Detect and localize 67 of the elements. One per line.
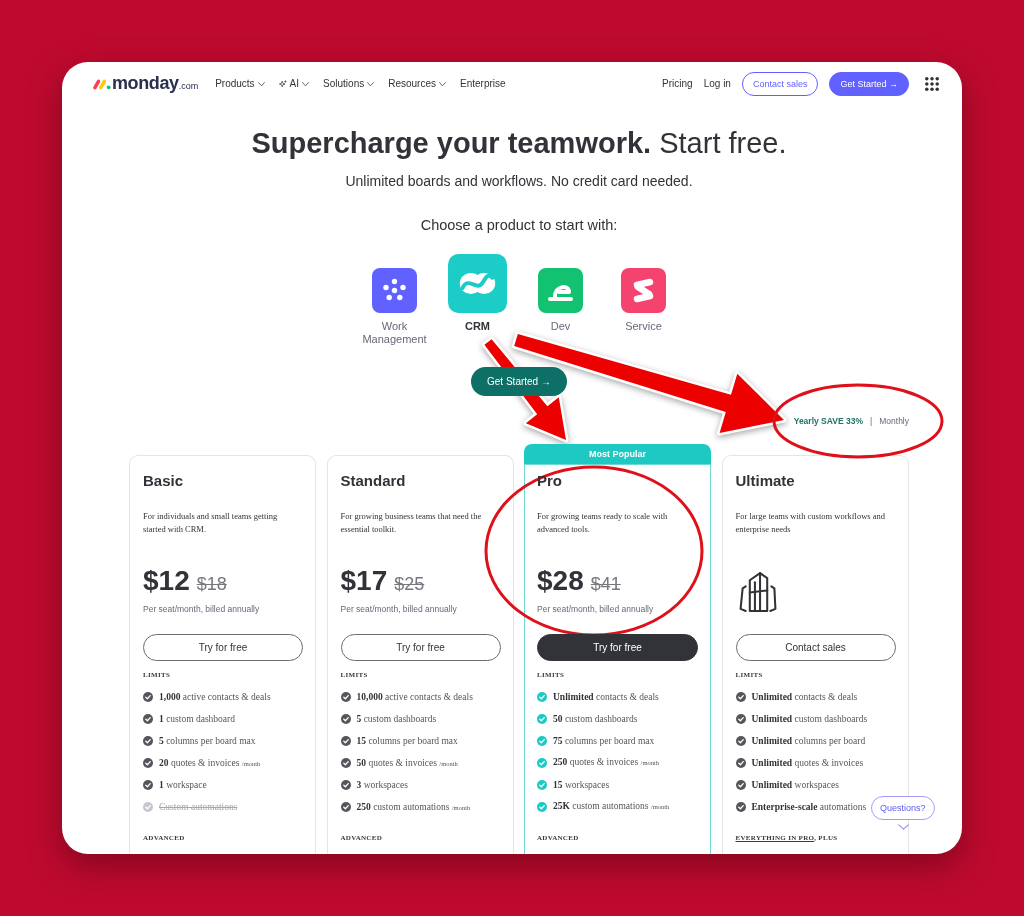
plan-button[interactable]: Try for free bbox=[340, 634, 501, 661]
feature-text: Unlimited workspaces bbox=[751, 779, 839, 791]
price-note: Per seat/month, billed annually bbox=[537, 602, 654, 615]
page-subtitle: Unlimited boards and workflows. No credit card needed. bbox=[345, 172, 693, 190]
feature-text: 15 workspaces bbox=[553, 778, 610, 791]
feature-text: 10,000 active contacts & deals bbox=[356, 691, 473, 703]
old-price-text: $18 bbox=[196, 573, 227, 595]
feature-text: 3 workspaces bbox=[356, 779, 408, 791]
plan-description: For growing teams ready to scale with advanced tools. bbox=[537, 509, 669, 536]
nav-menu-item[interactable]: Enterprise bbox=[460, 77, 506, 91]
price-text: $12 bbox=[143, 565, 190, 597]
feature-text: 5 columns per board max bbox=[159, 735, 256, 747]
nav-menu-item[interactable]: Solutions bbox=[323, 77, 375, 91]
questions-button[interactable]: Questions? bbox=[871, 796, 935, 820]
price-note: Per seat/month, billed annually bbox=[340, 603, 457, 615]
plan-name: Basic bbox=[143, 471, 184, 491]
feature-text: 5 custom dashboards bbox=[356, 713, 437, 725]
billing-option[interactable]: Monthly bbox=[879, 414, 909, 428]
feature-text: 1 custom dashboard bbox=[159, 713, 235, 725]
page-heading: Supercharge your teamwork. Start free. bbox=[251, 126, 787, 161]
plan-button[interactable]: Try for free bbox=[537, 633, 698, 661]
feature-text: 50 custom dashboards bbox=[553, 712, 638, 725]
old-price-text: $41 bbox=[590, 572, 621, 595]
chevron-down-icon bbox=[898, 824, 909, 830]
feature-text: Unlimited custom dashboards bbox=[751, 713, 868, 725]
price-text: $28 bbox=[537, 564, 584, 597]
plan-description: For growing business teams that need the essential toolkit. bbox=[340, 510, 483, 536]
plan-name: Standard bbox=[340, 471, 406, 491]
feature-text: Unlimited columns per board bbox=[751, 735, 866, 747]
feature-text: Unlimited contacts & deals bbox=[751, 691, 858, 703]
get-started-button[interactable]: Get Started → bbox=[829, 72, 909, 96]
toggle-separator: | bbox=[870, 415, 873, 428]
plan-description: For individuals and small teams getting started with CRM. bbox=[143, 510, 279, 536]
sparkle-icon bbox=[278, 80, 287, 88]
product-option[interactable]: Work Management bbox=[356, 254, 433, 346]
feature-text: 1 workspace bbox=[159, 779, 207, 791]
feature-text: 75 columns per board max bbox=[553, 734, 655, 747]
product-option[interactable]: Dev bbox=[522, 254, 599, 333]
plan-description: For large teams with custom workflows and enterprise needs bbox=[735, 510, 886, 536]
nav-menu-item[interactable]: Resources bbox=[388, 77, 446, 91]
feature-text: 1,000 active contacts & deals bbox=[159, 691, 271, 703]
product-option[interactable]: CRM bbox=[439, 254, 516, 333]
feature-text: 15 columns per board max bbox=[356, 735, 458, 747]
grid-menu-icon[interactable] bbox=[925, 77, 939, 91]
product-option[interactable]: Service bbox=[605, 254, 682, 333]
old-price-text: $25 bbox=[394, 573, 425, 595]
nav-link[interactable]: Pricing bbox=[662, 77, 693, 91]
billing-option[interactable]: Yearly SAVE 33% bbox=[793, 414, 863, 428]
plan-name: Ultimate bbox=[735, 471, 795, 491]
feature-text: Custom automations bbox=[159, 801, 238, 813]
price-text: $17 bbox=[340, 565, 388, 597]
product-prompt: Choose a product to start with: bbox=[420, 216, 618, 235]
logo-text[interactable]: monday.com bbox=[112, 71, 199, 97]
popular-banner: Most Popular bbox=[524, 444, 711, 464]
nav-link[interactable]: Log in bbox=[703, 77, 731, 91]
feature-text: Unlimited contacts & deals bbox=[553, 690, 659, 703]
plan-button[interactable]: Try for free bbox=[143, 634, 303, 661]
contact-sales-button[interactable]: Contact sales bbox=[741, 72, 819, 96]
logo-icon bbox=[93, 78, 111, 90]
feature-text: Enterprise-scale automations bbox=[751, 801, 867, 813]
feature-text: Unlimited quotes & invoices bbox=[751, 757, 864, 769]
price-note: Per seat/month, billed annually bbox=[143, 603, 260, 615]
get-started-button[interactable]: Get Started → bbox=[471, 367, 567, 396]
nav-menu-item[interactable]: Products bbox=[215, 77, 265, 91]
plan-name: Pro bbox=[537, 470, 562, 491]
nav-menu-item[interactable]: AI bbox=[278, 77, 310, 91]
plan-button[interactable]: Contact sales bbox=[735, 634, 896, 661]
